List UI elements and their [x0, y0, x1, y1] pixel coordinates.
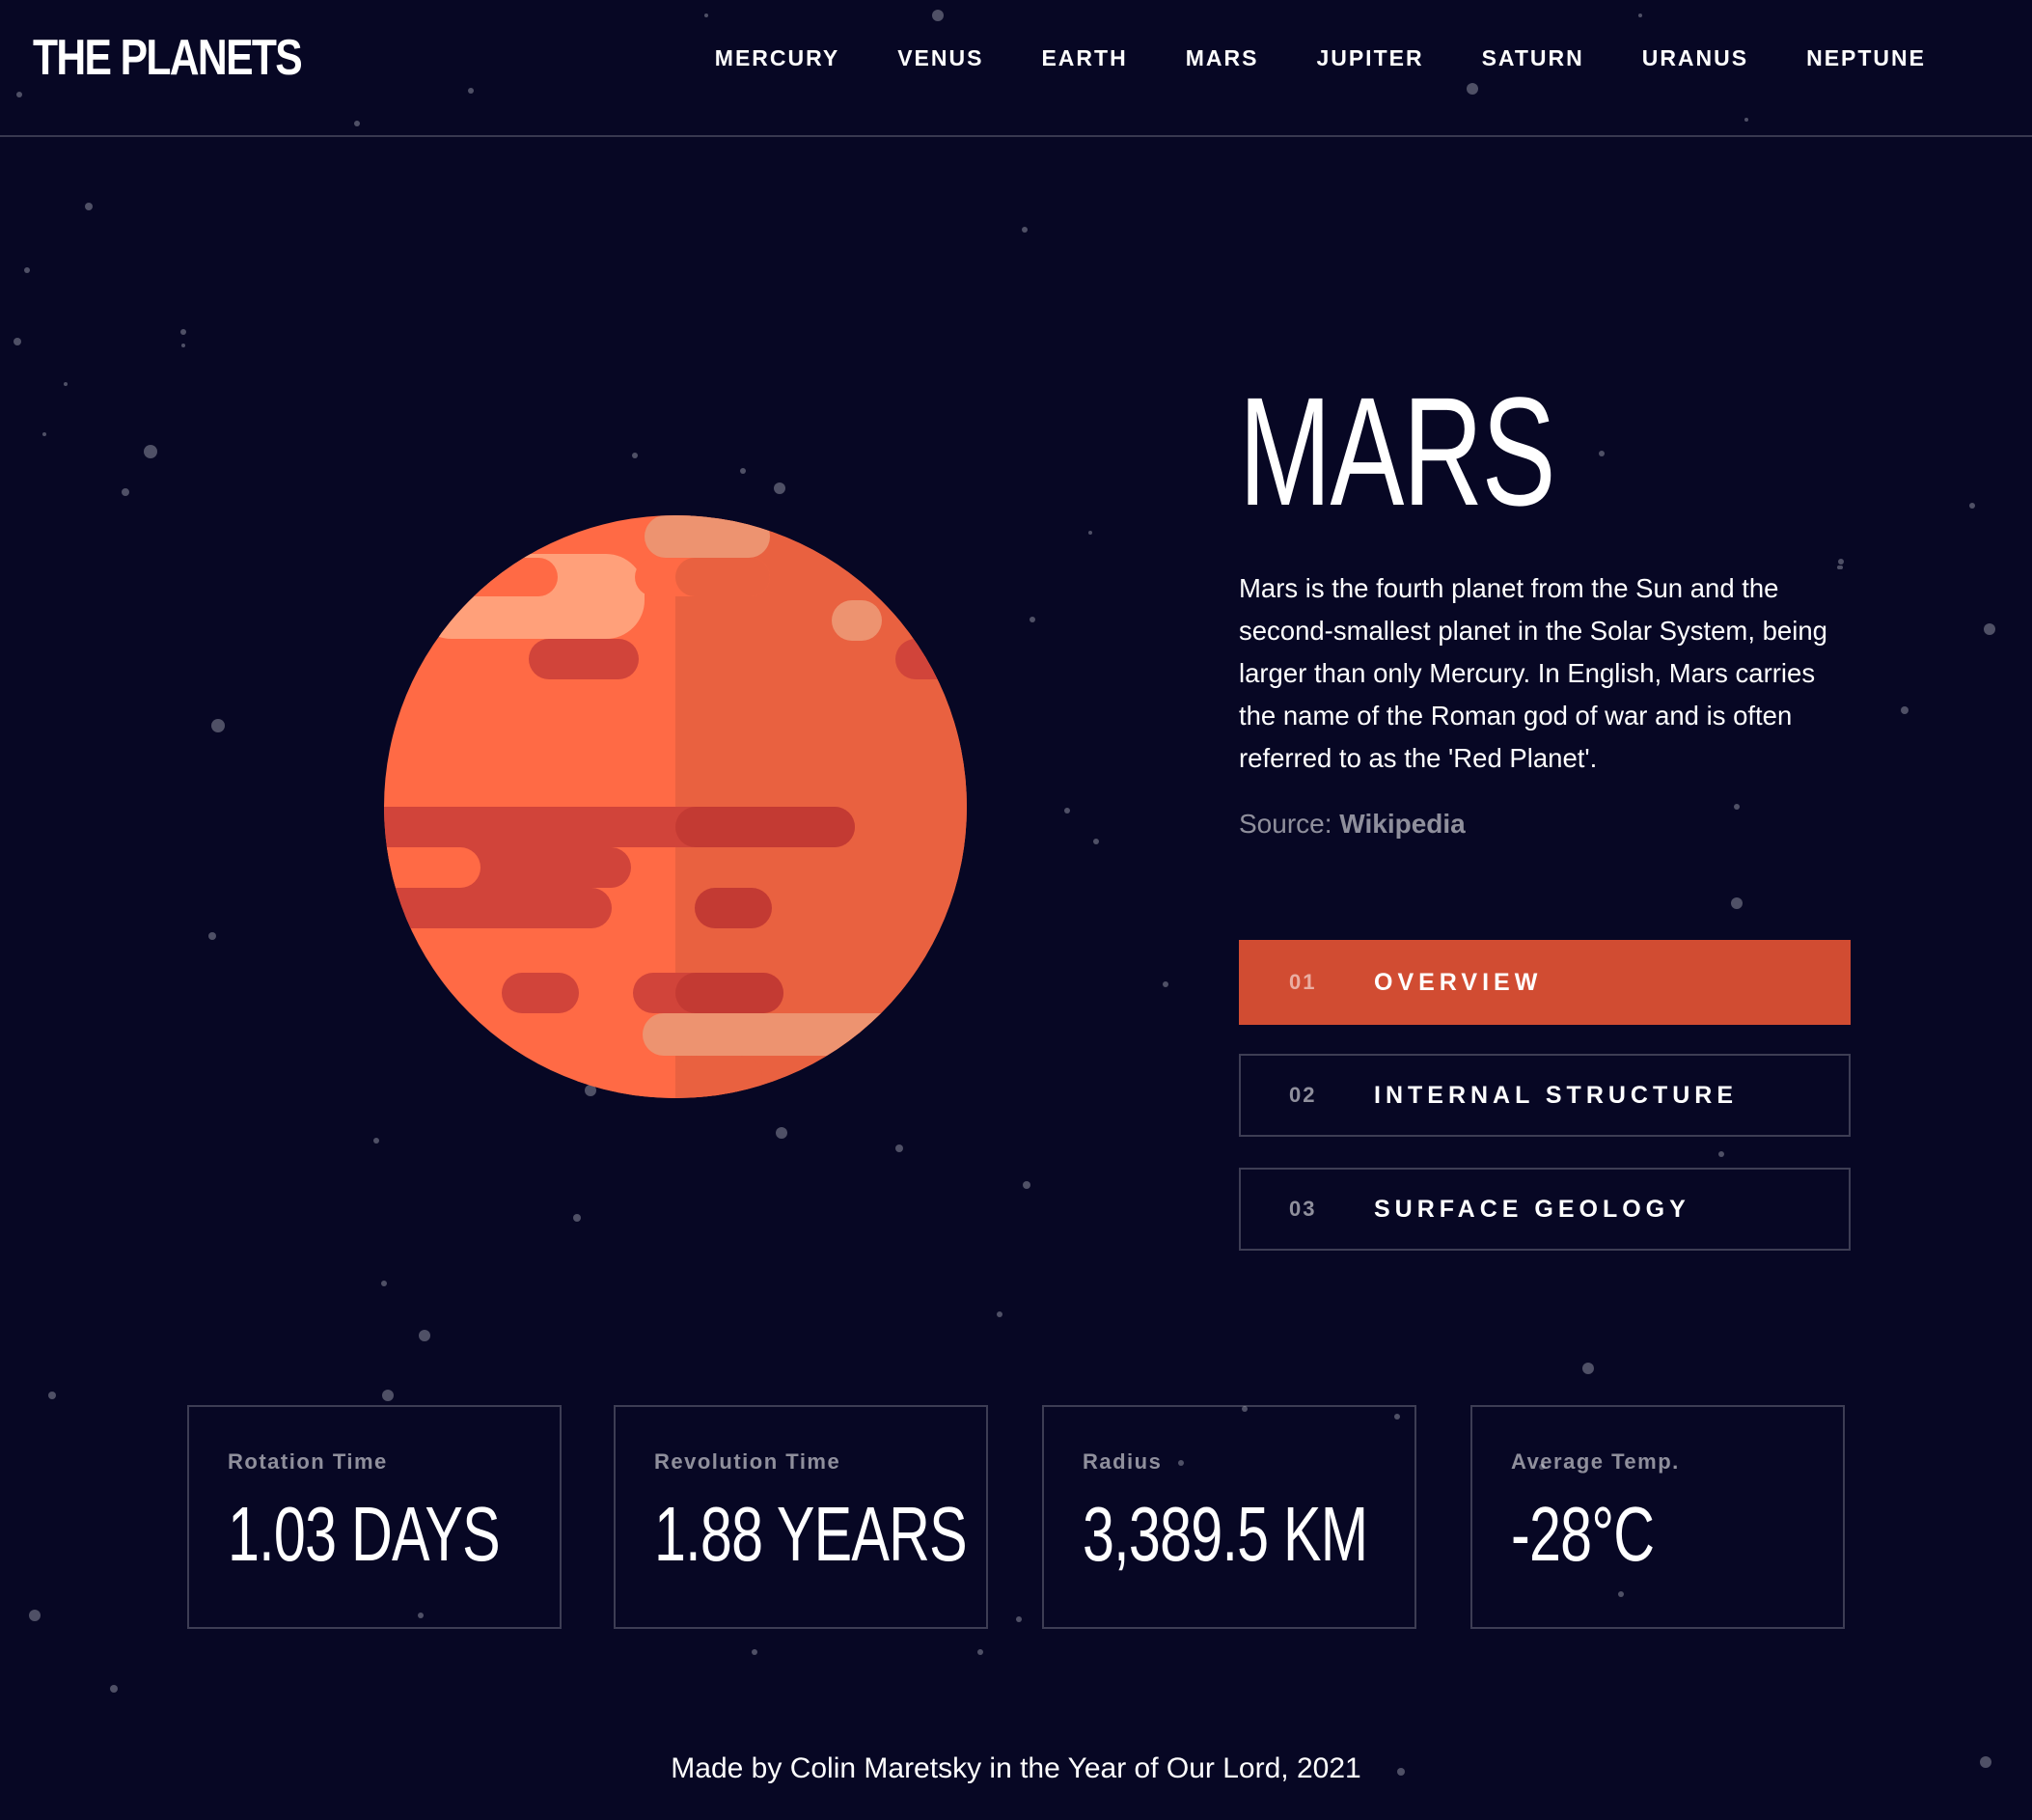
mars-planet-icon	[384, 515, 967, 1098]
tab-number: 03	[1289, 1197, 1317, 1221]
stat-value: 1.03 DAYS	[228, 1491, 501, 1577]
planet-nav: MERCURY VENUS EARTH MARS JUPITER SATURN …	[657, 44, 1926, 71]
site-header: THE PLANETS MERCURY VENUS EARTH MARS JUP…	[0, 0, 2032, 137]
site-footer: Made by Colin Maretsky in the Year of Ou…	[671, 1752, 1361, 1784]
tab-surface-geology[interactable]: 03 SURFACE GEOLOGY	[1239, 1168, 1851, 1251]
stat-label: Average Temp.	[1511, 1449, 1680, 1474]
stat-card-radius: Radius 3,389.5 KM	[1042, 1405, 1416, 1629]
tab-number: 02	[1289, 1083, 1317, 1107]
stat-card-revolution: Revolution Time 1.88 YEARS	[614, 1405, 988, 1629]
planet-description: Mars is the fourth planet from the Sun a…	[1239, 573, 1827, 773]
nav-item-saturn[interactable]: SATURN	[1482, 44, 1584, 71]
stat-label: Revolution Time	[654, 1449, 841, 1474]
planet-info: MARS Mars is the fourth planet from the …	[1239, 374, 1856, 840]
nav-item-mercury[interactable]: MERCURY	[715, 44, 839, 71]
nav-item-mars[interactable]: MARS	[1186, 44, 1259, 71]
stat-label: Rotation Time	[228, 1449, 388, 1474]
view-tabs: 01 OVERVIEW 02 INTERNAL STRUCTURE 03 SUR…	[1239, 940, 1851, 1282]
source-label: Source:	[1239, 809, 1340, 839]
tab-number: 01	[1289, 970, 1317, 994]
planet-title: MARS	[1239, 365, 1556, 538]
nav-item-uranus[interactable]: URANUS	[1642, 44, 1748, 71]
nav-item-earth[interactable]: EARTH	[1041, 44, 1127, 71]
nav-item-jupiter[interactable]: JUPITER	[1316, 44, 1423, 71]
planet-image	[384, 515, 967, 1098]
nav-item-venus[interactable]: VENUS	[897, 44, 983, 71]
nav-item-neptune[interactable]: NEPTUNE	[1806, 44, 1926, 71]
tab-label: SURFACE GEOLOGY	[1374, 1195, 1690, 1223]
site-logo[interactable]: THE PLANETS	[33, 29, 303, 87]
tab-label: OVERVIEW	[1374, 968, 1543, 996]
stat-value: -28°C	[1511, 1491, 1655, 1577]
tab-overview[interactable]: 01 OVERVIEW	[1239, 940, 1851, 1025]
source-link[interactable]: Wikipedia	[1339, 809, 1465, 839]
stat-card-temperature: Average Temp. -28°C	[1470, 1405, 1845, 1629]
stat-value: 1.88 YEARS	[654, 1491, 968, 1577]
tab-label: INTERNAL STRUCTURE	[1374, 1081, 1739, 1109]
stat-card-rotation: Rotation Time 1.03 DAYS	[187, 1405, 562, 1629]
stat-value: 3,389.5 KM	[1083, 1491, 1368, 1577]
source-line: Source: Wikipedia	[1239, 809, 1856, 840]
stat-label: Radius	[1083, 1449, 1163, 1474]
tab-internal-structure[interactable]: 02 INTERNAL STRUCTURE	[1239, 1054, 1851, 1137]
